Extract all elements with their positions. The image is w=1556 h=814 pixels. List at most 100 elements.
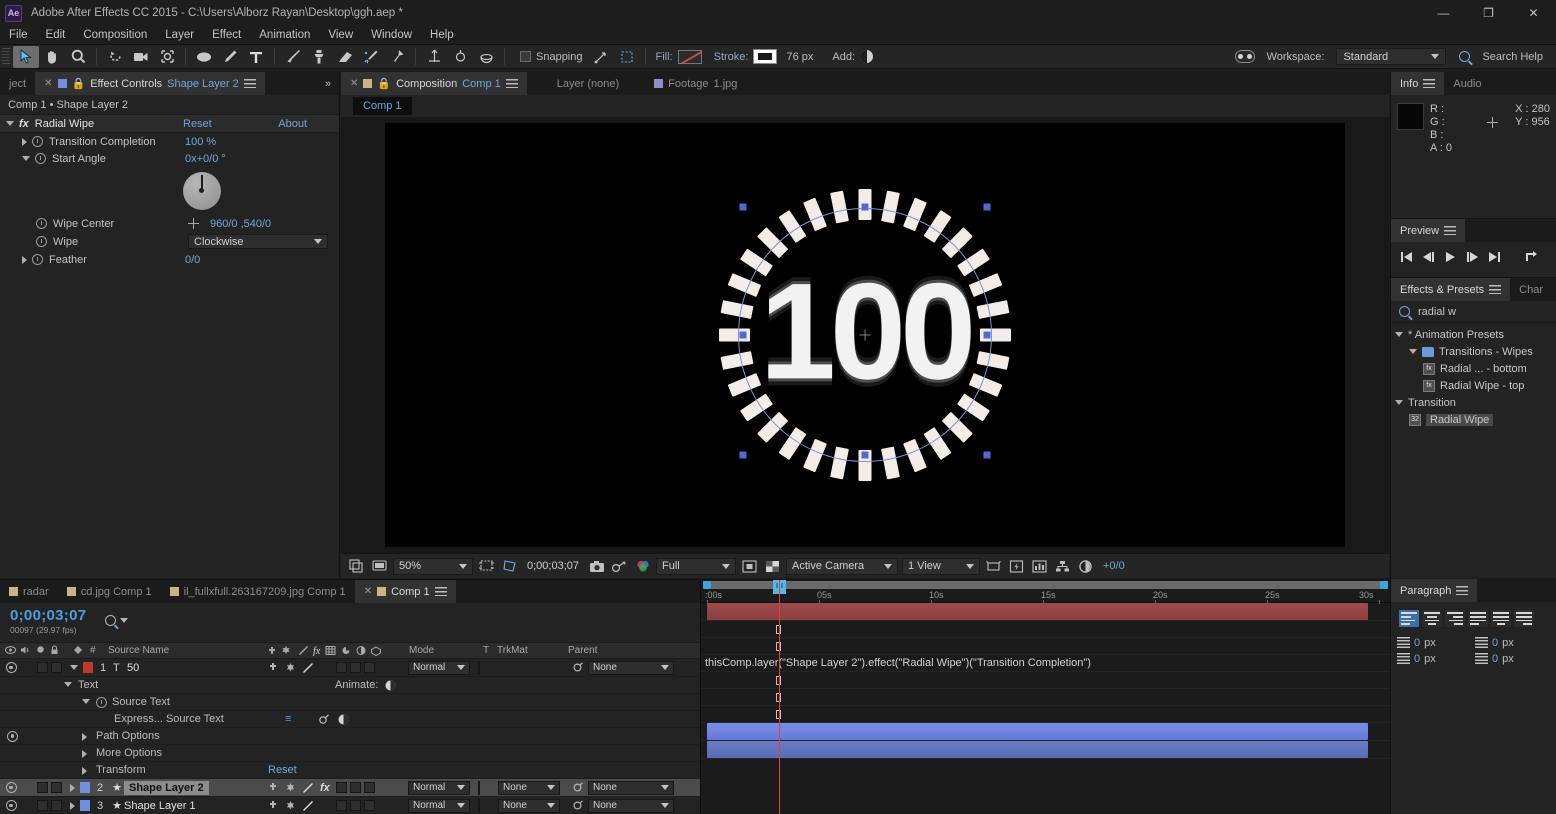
stopwatch-icon[interactable] xyxy=(32,254,43,265)
pixel-aspect-correction-icon[interactable] xyxy=(984,558,1003,575)
transform-reset-button[interactable]: Reset xyxy=(268,764,297,776)
work-area-end-handle[interactable] xyxy=(1380,581,1388,589)
timeline-tab[interactable]: radar xyxy=(0,580,58,603)
camera-tool-icon[interactable] xyxy=(128,46,154,68)
panel-menu-icon[interactable] xyxy=(505,79,518,88)
maximize-button[interactable]: ❐ xyxy=(1466,0,1511,26)
stopwatch-icon[interactable] xyxy=(96,697,107,708)
last-frame-button[interactable] xyxy=(1488,251,1501,263)
title-action-safe-icon[interactable] xyxy=(477,558,496,575)
quality-icon[interactable] xyxy=(285,782,296,793)
close-button[interactable]: ✕ xyxy=(1511,0,1556,26)
align-left-button[interactable] xyxy=(1399,610,1419,627)
panel-menu-icon[interactable] xyxy=(1456,586,1469,595)
comp-subtab-comp1[interactable]: Comp 1 xyxy=(353,97,412,115)
parent-select[interactable]: None xyxy=(588,798,674,813)
graph-row[interactable] xyxy=(701,741,1390,759)
search-help-input[interactable]: Search Help xyxy=(1482,51,1543,63)
tab-audio[interactable]: Audio xyxy=(1444,72,1491,95)
animate-add-icon[interactable] xyxy=(385,680,396,691)
lock-icon[interactable]: 🔒 xyxy=(72,77,86,90)
column-mode[interactable]: Mode xyxy=(409,645,434,656)
graph-row[interactable] xyxy=(701,723,1390,741)
tab-info[interactable]: Info xyxy=(1391,72,1445,95)
blend-mode-select[interactable]: Normal xyxy=(408,660,470,675)
toggle-box[interactable] xyxy=(350,782,361,793)
graph-row[interactable] xyxy=(701,638,1390,655)
selection-handle[interactable] xyxy=(861,203,869,211)
close-icon[interactable]: ✕ xyxy=(350,78,358,89)
next-frame-button[interactable] xyxy=(1466,251,1479,263)
layer-duration-bar[interactable] xyxy=(707,603,1368,620)
timeline-graph-area[interactable]: :00s 05s 10s 15s 20s 25s 30s thisComp.layer("S… xyxy=(700,580,1390,814)
time-ruler[interactable]: :00s 05s 10s 15s 20s 25s 30s xyxy=(701,580,1390,604)
layer-name[interactable]: Shape Layer 1 xyxy=(124,800,196,812)
brush-tool-icon[interactable] xyxy=(280,46,306,68)
menu-item-window[interactable]: Window xyxy=(362,26,421,45)
anchor-point-3d-icon[interactable] xyxy=(421,46,447,68)
show-snapshot-icon[interactable] xyxy=(610,558,629,575)
effect-prop-transition-completion[interactable]: Transition Completion 100 % xyxy=(0,133,339,150)
indent-left-field[interactable]: 0 px xyxy=(1397,637,1467,649)
toggle-view-masks-icon[interactable] xyxy=(347,558,366,575)
stopwatch-icon[interactable] xyxy=(36,236,47,247)
current-time-display[interactable]: 0;00;03;07 00097 (29.97 fps) xyxy=(10,607,86,635)
indent-right-field[interactable]: 0 px xyxy=(1397,653,1467,665)
layer-color-chip[interactable] xyxy=(80,800,90,811)
lock-icon[interactable]: 🔒 xyxy=(377,77,391,90)
toggle-box[interactable] xyxy=(364,662,375,673)
menu-item-edit[interactable]: Edit xyxy=(37,26,75,45)
panel-menu-icon[interactable] xyxy=(1423,79,1436,88)
layer-duration-bar[interactable] xyxy=(707,723,1368,740)
wipe-center-crosshair-icon[interactable] xyxy=(188,218,199,229)
fx-icon[interactable]: fx xyxy=(320,782,330,794)
tab-effects-presets[interactable]: Effects & Presets xyxy=(1391,278,1511,301)
selection-tool-icon[interactable] xyxy=(13,45,39,68)
timeline-tab[interactable]: il_fullxfull.263167209.jpg Comp 1 xyxy=(160,580,355,603)
selection-handle[interactable] xyxy=(739,203,747,211)
toggle-box[interactable] xyxy=(350,800,361,811)
effect-prop-wipe-center[interactable]: Wipe Center 960/0 ,540/0 xyxy=(0,215,339,232)
parent-pickwhip-icon[interactable] xyxy=(572,800,583,811)
selection-handle[interactable] xyxy=(739,451,747,459)
camera-select[interactable]: Active Camera xyxy=(786,557,898,575)
prop-value[interactable]: 0/0 xyxy=(185,254,335,266)
justify-last-left-button[interactable] xyxy=(1468,610,1488,627)
stopwatch-icon[interactable] xyxy=(36,218,47,229)
effect-prop-wipe[interactable]: Wipe Clockwise xyxy=(0,232,339,251)
blend-mode-select[interactable]: Normal xyxy=(408,798,470,813)
video-toggle-icon[interactable] xyxy=(5,800,17,811)
collapse-transform-icon[interactable] xyxy=(268,800,279,811)
layer-name[interactable]: Shape Layer 2 xyxy=(124,780,209,795)
selection-handle[interactable] xyxy=(739,331,747,339)
toggle-box[interactable] xyxy=(37,662,48,673)
trkmat-select[interactable]: None xyxy=(498,798,560,813)
resolution-select[interactable]: Full xyxy=(656,557,736,575)
disclosure-triangle-icon[interactable] xyxy=(64,682,72,687)
tab-effect-controls[interactable]: ✕ 🔒 Effect Controls Shape Layer 2 xyxy=(35,72,265,95)
effects-tree-item[interactable]: fx Radial ... - bottom xyxy=(1391,360,1556,377)
effects-tree-item[interactable]: fx Radial Wipe - top xyxy=(1391,377,1556,394)
tab-paragraph[interactable]: Paragraph xyxy=(1391,579,1478,602)
previous-frame-button[interactable] xyxy=(1422,251,1435,263)
angle-dial-control[interactable] xyxy=(183,172,221,210)
disclosure-triangle-icon[interactable] xyxy=(82,750,87,758)
toggle-box[interactable] xyxy=(350,662,361,673)
snapshot-camera-icon[interactable] xyxy=(587,558,606,575)
layer-disclosure-icon[interactable] xyxy=(70,665,78,670)
workspace-select[interactable]: Standard xyxy=(1336,48,1447,65)
exposure-value[interactable]: +0/0 xyxy=(1099,560,1129,572)
minimize-button[interactable]: — xyxy=(1421,0,1466,26)
expression-text[interactable]: thisComp.layer("Shape Layer 2").effect("… xyxy=(705,657,1091,669)
align-center-button[interactable] xyxy=(1422,610,1442,627)
selection-handle[interactable] xyxy=(983,203,991,211)
effects-toggle-icon[interactable] xyxy=(302,782,314,793)
mask-path-icon[interactable] xyxy=(500,558,519,575)
prop-value[interactable]: 960/0 ,540/0 xyxy=(210,218,360,230)
composition-canvas[interactable]: 100 xyxy=(385,123,1345,547)
selection-handle[interactable] xyxy=(861,451,869,459)
stroke-label[interactable]: Stroke: xyxy=(714,51,749,63)
column-number[interactable]: # xyxy=(90,645,96,656)
space-before-field[interactable]: 0 px xyxy=(1475,637,1545,649)
column-parent[interactable]: Parent xyxy=(568,645,597,656)
